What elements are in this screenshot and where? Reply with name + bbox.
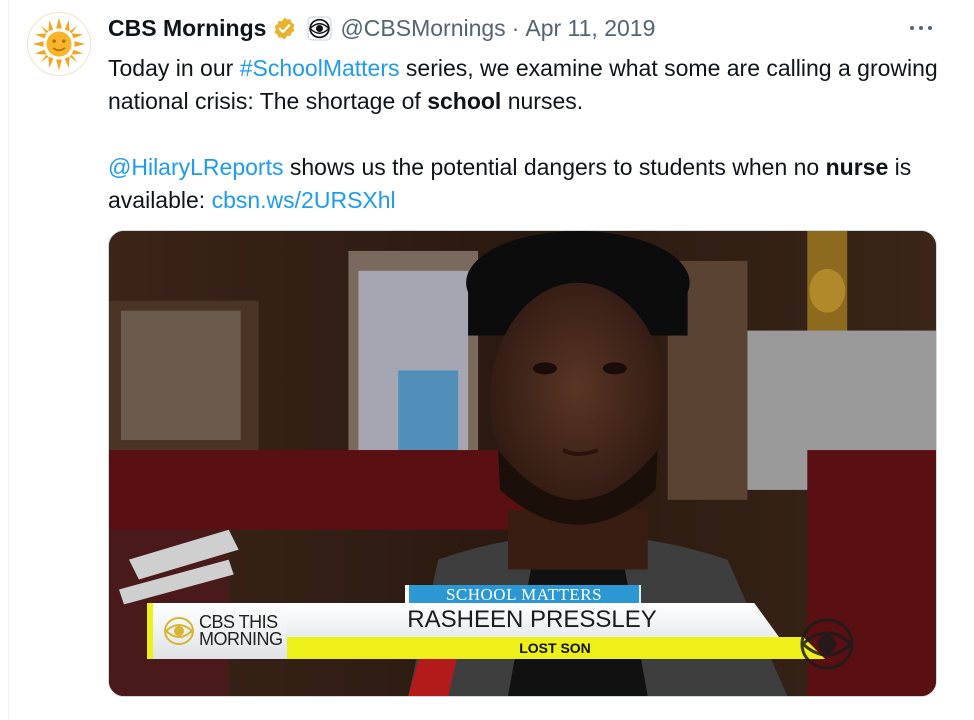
display-name[interactable]: CBS Mornings	[108, 15, 266, 42]
tweet-date[interactable]: Apr 11, 2019	[525, 15, 655, 42]
cbs-sun-logo-icon	[30, 15, 88, 73]
guest-name-banner: RASHEEN PRESSLEY	[285, 603, 779, 637]
text-segment: shows us the potential dangers to studen…	[283, 154, 826, 180]
tweet-paragraph-2: @HilaryLReports shows us the potential d…	[108, 151, 938, 217]
text-segment: nurses.	[501, 88, 584, 114]
mention-link[interactable]: @HilaryLReports	[108, 154, 283, 180]
verified-gold-badge-icon[interactable]	[272, 16, 297, 41]
more-horizontal-icon	[906, 23, 936, 33]
cbs-watermark-icon	[800, 618, 854, 670]
cbs-eye-logo-icon	[163, 615, 195, 647]
url-link[interactable]: cbsn.ws/2URSXhl	[212, 187, 396, 213]
highlighted-term: nurse	[825, 154, 889, 180]
separator-dot: ·	[511, 14, 520, 41]
timeline-divider	[8, 0, 9, 720]
hashtag-link[interactable]: #SchoolMatters	[240, 55, 400, 81]
avatar[interactable]	[27, 12, 91, 76]
tweet-text: Today in our #SchoolMatters series, we e…	[108, 52, 938, 217]
cbs-eye-affiliate-icon[interactable]	[307, 15, 333, 41]
more-options-button[interactable]	[906, 16, 936, 40]
tweet-header: CBS Mornings @CBSMornings · Apr 11, 2019	[108, 12, 655, 44]
tweet-paragraph-1: Today in our #SchoolMatters series, we e…	[108, 52, 938, 118]
video-media[interactable]: SCHOOL MATTERS RASHEEN PRESSLEY LOST SON…	[108, 230, 937, 697]
text-segment: Today in our	[108, 55, 240, 81]
segment-tag: SCHOOL MATTERS	[405, 585, 641, 604]
show-logo-text: CBS THIS MORNING	[199, 612, 283, 649]
show-logo: CBS THIS MORNING	[147, 603, 287, 659]
user-handle[interactable]: @CBSMornings	[340, 15, 505, 42]
guest-subtitle-banner: LOST SON	[285, 637, 825, 659]
highlighted-term: school	[427, 88, 502, 114]
tweet-card[interactable]: CBS Mornings @CBSMornings · Apr 11, 2019	[0, 0, 974, 720]
